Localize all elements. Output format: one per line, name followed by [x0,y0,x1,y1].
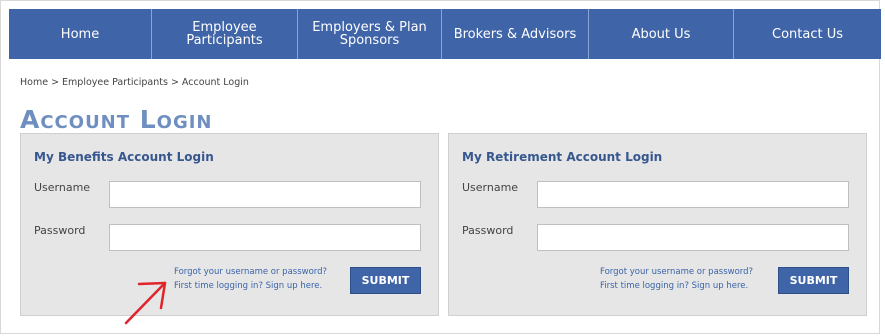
benefits-submit-button[interactable]: SUBMIT [350,267,421,294]
nav-employers-plan-sponsors[interactable]: Employers & Plan Sponsors [298,9,442,59]
benefits-password-input[interactable] [109,224,421,251]
retirement-username-label: Username [462,181,519,194]
nav-about-label: About Us [631,26,691,42]
breadcrumb[interactable]: Home > Employee Participants > Account L… [20,77,249,88]
retirement-help-links: Forgot your username or password? First … [600,265,753,293]
nav-employers-label: Employers & Plan Sponsors [312,20,427,48]
nav-home-label: Home [60,26,100,42]
retirement-forgot-link[interactable]: Forgot your username or password? [600,265,753,279]
benefits-help-links: Forgot your username or password? First … [174,265,327,293]
nav-employee-participants[interactable]: Employee Participants [152,9,298,59]
benefits-username-input[interactable] [109,181,421,208]
retirement-username-input[interactable] [537,181,849,208]
retirement-panel-title: My Retirement Account Login [462,150,663,164]
nav-brokers-label: Brokers & Advisors [453,26,577,42]
retirement-password-label: Password [462,224,514,237]
benefits-forgot-link[interactable]: Forgot your username or password? [174,265,327,279]
nav-home[interactable]: Home [9,9,152,59]
nav-brokers-advisors[interactable]: Brokers & Advisors [442,9,589,59]
nav-contact-us[interactable]: Contact Us [734,9,881,59]
retirement-signup-link[interactable]: First time logging in? Sign up here. [600,279,753,293]
retirement-submit-button[interactable]: SUBMIT [778,267,849,294]
benefits-panel-title: My Benefits Account Login [34,150,214,164]
nav-about-us[interactable]: About Us [589,9,734,59]
red-arrow-icon [124,281,167,325]
top-nav: Home Employee Participants Employers & P… [9,9,881,59]
retirement-login-panel: My Retirement Account Login Username Pas… [448,133,867,316]
nav-contact-label: Contact Us [772,26,843,42]
page-title: Account Login [20,105,213,134]
benefits-signup-link[interactable]: First time logging in? Sign up here. [174,279,327,293]
page-frame: Home Employee Participants Employers & P… [0,0,881,334]
benefits-login-panel: My Benefits Account Login Username Passw… [20,133,439,316]
benefits-password-label: Password [34,224,86,237]
retirement-password-input[interactable] [537,224,849,251]
benefits-username-label: Username [34,181,91,194]
nav-employee-participants-label: Employee Participants [186,20,263,48]
